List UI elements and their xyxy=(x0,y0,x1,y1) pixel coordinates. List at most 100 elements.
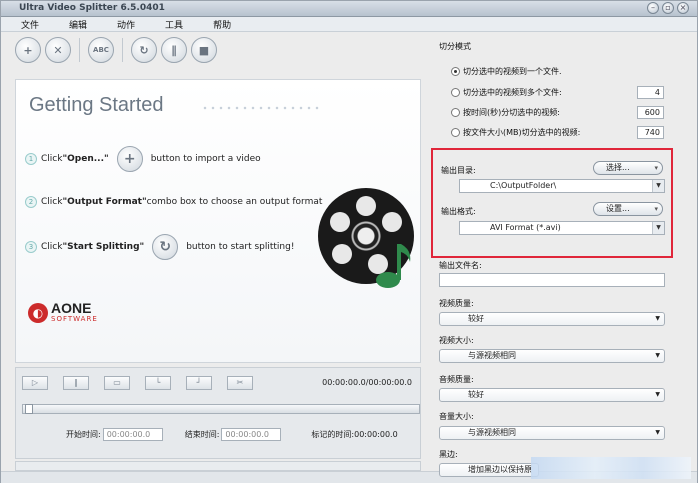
step-text-post: button to start splitting! xyxy=(186,242,295,252)
radio-selected[interactable] xyxy=(451,67,460,76)
chevron-down-icon: ▼ xyxy=(655,352,660,359)
play-icon[interactable]: ▷ xyxy=(22,376,48,390)
step-text-bold: "Start Splitting" xyxy=(62,242,145,252)
menu-action[interactable]: 动作 xyxy=(117,18,135,31)
file-count-input[interactable]: 4 xyxy=(637,86,664,99)
step-number: 2 xyxy=(25,196,37,208)
step-number: 3 xyxy=(25,241,37,253)
menu-file[interactable]: 文件 xyxy=(21,18,39,31)
output-dir-combo[interactable]: C:\OutputFolder\ ▼ xyxy=(459,179,665,193)
end-time-field[interactable]: 00:00:00.0 xyxy=(221,428,282,441)
step-text-bold: "Open..." xyxy=(62,154,109,164)
step-text-post: combo box to choose an output format xyxy=(146,197,323,207)
video-size-select[interactable]: 与源视频相同 ▼ xyxy=(439,349,665,363)
menu-edit[interactable]: 编辑 xyxy=(69,18,87,31)
close-icon[interactable]: × xyxy=(677,2,689,14)
button-label: 设置... xyxy=(606,204,630,213)
black-border-select[interactable]: 增加黑边以保持原 xyxy=(439,463,539,477)
video-size-label: 视频大小: xyxy=(439,336,474,345)
select-value: 较好 xyxy=(468,390,484,399)
app-window: Ultra Video Splitter 6.5.0401 – ▫ × 文件 编… xyxy=(0,0,698,483)
start-time-label: 开始时间: xyxy=(66,430,101,439)
chevron-down-icon[interactable]: ▼ xyxy=(652,180,664,192)
add-icon[interactable]: + xyxy=(15,37,41,63)
chevron-down-icon[interactable]: ▼ xyxy=(652,222,664,234)
step-text-bold: "Output Format" xyxy=(62,197,147,207)
choose-dir-button[interactable]: 选择... ▾ xyxy=(593,161,663,175)
output-dir-value: C:\OutputFolder\ xyxy=(490,181,557,190)
marked-time-label: 标记的时间: xyxy=(311,430,355,439)
music-note-icon xyxy=(376,244,411,288)
audio-size-select[interactable]: 与源视频相同 ▼ xyxy=(439,426,665,440)
abc-icon[interactable]: ABC xyxy=(88,37,114,63)
output-format-label: 输出格式: xyxy=(441,207,476,216)
position-slider[interactable] xyxy=(22,404,420,414)
pause-icon[interactable]: ∥ xyxy=(161,37,187,63)
pause-icon[interactable]: ∥ xyxy=(63,376,89,390)
end-time-label: 结束时间: xyxy=(184,430,220,439)
select-value: 增加黑边以保持原 xyxy=(468,465,532,474)
menu-tools[interactable]: 工具 xyxy=(165,18,183,31)
minimize-icon[interactable]: – xyxy=(647,2,659,14)
start-time-field[interactable]: 00:00:00.0 xyxy=(102,428,163,441)
chevron-down-icon: ▾ xyxy=(654,164,658,172)
select-value: 较好 xyxy=(468,314,484,323)
chevron-down-icon: ▾ xyxy=(654,205,658,213)
blurred-watermark xyxy=(531,457,691,479)
output-format-combo[interactable]: AVI Format (*.avi) ▼ xyxy=(459,221,665,235)
marked-time-value: 00:00:00.0 xyxy=(354,430,398,439)
audio-size-label: 音量大小: xyxy=(439,412,474,421)
menu-help[interactable]: 帮助 xyxy=(213,18,231,31)
stop-icon[interactable]: ■ xyxy=(191,37,217,63)
format-settings-button[interactable]: 设置... ▾ xyxy=(593,202,663,216)
maximize-icon[interactable]: ▫ xyxy=(662,2,674,14)
mark-end-icon[interactable]: ┘ xyxy=(186,376,212,390)
slider-thumb[interactable] xyxy=(25,404,33,414)
chevron-down-icon: ▼ xyxy=(655,391,660,398)
logo-name: AONE xyxy=(51,300,92,316)
split-mode-option-4[interactable]: 按文件大小(MB)切分选中的视频: xyxy=(451,127,580,138)
radio[interactable] xyxy=(451,128,460,137)
start-splitting-icon[interactable]: ↻ xyxy=(152,234,179,260)
window-title: Ultra Video Splitter 6.5.0401 xyxy=(19,3,165,13)
player-panel: ▷ ∥ ▭ └ ┘ ✂ 00:00:00.0/00:00:00.0 开始时间: … xyxy=(15,367,421,459)
option-label: 按文件大小(MB)切分选中的视频: xyxy=(463,128,581,137)
output-dir-label: 输出目录: xyxy=(441,166,476,175)
audio-quality-select[interactable]: 较好 ▼ xyxy=(439,388,665,402)
refresh-icon[interactable]: ↻ xyxy=(131,37,157,63)
getting-started-heading: Getting Started xyxy=(29,94,164,116)
remove-icon[interactable]: ✕ xyxy=(45,37,71,63)
time-display: 00:00:00.0/00:00:00.0 xyxy=(322,378,412,387)
logo-subtitle: SOFTWARE xyxy=(51,315,98,323)
aone-logo: ◐ AONE SOFTWARE xyxy=(28,300,98,323)
cut-icon[interactable]: ✂ xyxy=(227,376,253,390)
open-icon[interactable]: + xyxy=(116,146,143,172)
split-mode-option-3[interactable]: 按时间(秒)分切选中的视频: xyxy=(451,107,560,118)
output-filename-input[interactable] xyxy=(439,273,665,287)
select-value: 与源视频相同 xyxy=(468,428,516,437)
chevron-down-icon: ▼ xyxy=(655,429,660,436)
step-text-pre: Click xyxy=(41,197,63,207)
step-number: 1 xyxy=(25,153,37,165)
step-text-pre: Click xyxy=(41,242,63,252)
split-mode-option-2[interactable]: 切分选中的视频到多个文件: xyxy=(451,87,562,98)
file-size-input[interactable]: 740 xyxy=(637,126,664,139)
radio[interactable] xyxy=(451,108,460,117)
time-seconds-input[interactable]: 600 xyxy=(637,106,664,119)
black-border-label: 黑边: xyxy=(439,450,458,459)
output-filename-label: 输出文件名: xyxy=(439,261,482,270)
output-format-value: AVI Format (*.avi) xyxy=(490,223,561,232)
option-label: 切分选中的视频到多个文件: xyxy=(463,88,562,97)
menu-bar: 文件 编辑 动作 工具 帮助 xyxy=(1,17,697,32)
button-label: 选择... xyxy=(606,163,630,172)
split-mode-option-1[interactable]: 切分选中的视频到一个文件. xyxy=(451,66,562,77)
stop-icon[interactable]: ▭ xyxy=(104,376,130,390)
step-3: 3 Click "Start Splitting" ↻ button to st… xyxy=(25,234,294,260)
video-quality-label: 视频质量: xyxy=(439,299,474,308)
mark-start-icon[interactable]: └ xyxy=(145,376,171,390)
radio[interactable] xyxy=(451,88,460,97)
toolbar: + ✕ ABC ↻ ∥ ■ xyxy=(15,37,221,63)
decorative-dots xyxy=(201,106,321,110)
title-bar: Ultra Video Splitter 6.5.0401 – ▫ × xyxy=(1,1,697,17)
video-quality-select[interactable]: 较好 ▼ xyxy=(439,312,665,326)
